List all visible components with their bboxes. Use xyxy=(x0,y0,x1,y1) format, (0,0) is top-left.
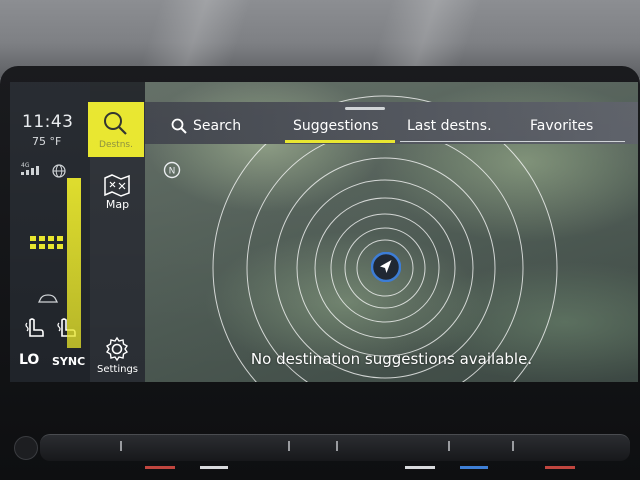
nav-destinations-button[interactable]: Destns. xyxy=(88,102,144,157)
gear-icon xyxy=(106,336,128,362)
infotainment-screen: N No destination suggestions available. … xyxy=(10,82,638,382)
search-icon xyxy=(171,118,187,134)
temp-lamp-red-right xyxy=(545,466,575,469)
highlight-bar xyxy=(67,178,81,348)
outside-temperature: 75 °F xyxy=(32,135,62,148)
tab-divider-line xyxy=(400,141,625,142)
climate-sync-button[interactable]: SYNC xyxy=(52,355,85,368)
tab-bar: Search Suggestions Last destns. Favorite… xyxy=(145,102,638,144)
control-tick xyxy=(448,441,450,451)
search-icon xyxy=(104,112,127,135)
compass-icon[interactable]: N xyxy=(163,161,181,179)
nav-map-label: Map xyxy=(105,198,130,211)
signal-icon: 4G xyxy=(21,162,39,175)
control-tick xyxy=(512,441,514,451)
control-tick xyxy=(120,441,122,451)
clock: 11:43 xyxy=(22,112,74,132)
tab-search[interactable]: Search xyxy=(171,118,242,134)
headrest-seam xyxy=(138,0,252,72)
active-tab-indicator xyxy=(285,140,395,143)
control-tick xyxy=(288,441,290,451)
climate-temp-left[interactable]: LO xyxy=(19,352,39,368)
nav-settings-button[interactable]: Settings xyxy=(90,336,145,380)
nav-settings-label: Settings xyxy=(96,364,138,375)
seat-heat-left-icon[interactable] xyxy=(24,317,46,339)
svg-text:N: N xyxy=(169,167,176,177)
drag-handle[interactable] xyxy=(345,107,385,110)
map-icon xyxy=(104,174,130,197)
nav-map-button[interactable]: Map xyxy=(90,170,145,215)
nav-destinations-label: Destns. xyxy=(99,140,133,150)
tab-suggestions[interactable]: Suggestions xyxy=(293,118,379,134)
temp-lamp-white xyxy=(200,466,228,469)
tab-favorites[interactable]: Favorites xyxy=(530,118,593,134)
tab-search-label: Search xyxy=(193,118,242,134)
no-suggestions-message: No destination suggestions available. xyxy=(250,350,533,368)
tab-last-destinations[interactable]: Last destns. xyxy=(407,118,492,134)
fan-lamp-blue xyxy=(460,466,488,469)
control-tick xyxy=(336,441,338,451)
globe-icon xyxy=(52,164,66,178)
vehicle-position-icon xyxy=(371,252,401,282)
headrest-seam xyxy=(368,0,482,72)
svg-text:4G: 4G xyxy=(21,162,30,169)
app-grid-icon[interactable] xyxy=(30,236,64,250)
power-button[interactable] xyxy=(14,436,38,460)
temp-lamp-red xyxy=(145,466,175,469)
fan-lamp-white xyxy=(405,466,435,469)
hardware-control-bar[interactable] xyxy=(40,434,630,461)
vehicle-status-icon[interactable] xyxy=(38,294,58,304)
